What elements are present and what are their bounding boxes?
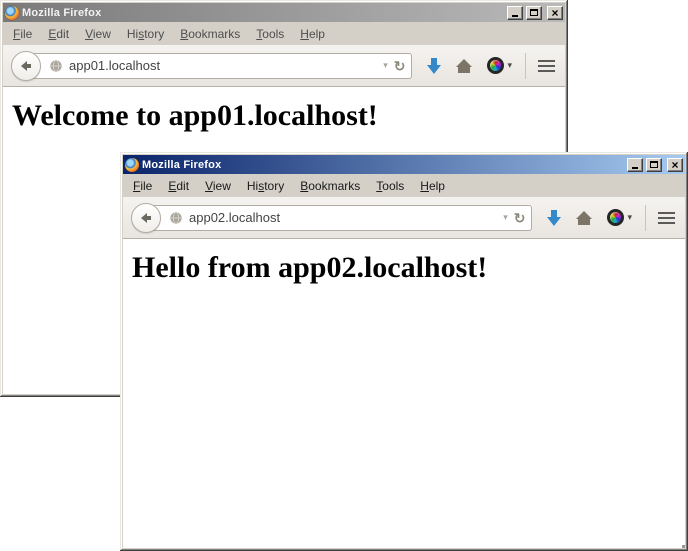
menu-label: H [420, 179, 429, 193]
maximize-button[interactable] [526, 6, 542, 20]
menu-label: H [300, 27, 309, 41]
menu-label: iew [213, 179, 231, 193]
menu-bar: File Edit View History Bookmarks Tools H… [123, 174, 685, 197]
home-button[interactable] [456, 59, 472, 73]
menu-file[interactable]: File [125, 177, 160, 195]
menu-label: tory [264, 179, 284, 193]
menu-view[interactable]: View [197, 177, 239, 195]
menu-label: ookmarks [188, 27, 240, 41]
nav-toolbar: app02.localhost ▾ ↻ ▾ [123, 197, 685, 239]
firefox-logo-icon [5, 6, 19, 20]
home-icon [456, 59, 472, 73]
color-wheel-icon [607, 209, 624, 226]
back-arrow-icon [138, 210, 154, 226]
color-wheel-icon [487, 57, 504, 74]
menu-bookmarks[interactable]: Bookmarks [292, 177, 368, 195]
globe-icon [169, 211, 183, 225]
toolbar-separator [645, 205, 646, 231]
back-button[interactable] [131, 203, 161, 233]
menu-label: V [85, 27, 93, 41]
globe-icon [49, 59, 63, 73]
maximize-button[interactable] [646, 158, 662, 172]
download-button[interactable] [547, 210, 561, 226]
menu-label: tory [144, 27, 164, 41]
reload-icon[interactable]: ↻ [514, 211, 526, 225]
resize-grip[interactable] [678, 541, 681, 544]
menu-label: elp [429, 179, 445, 193]
menu-tools[interactable]: Tools [368, 177, 412, 195]
close-button[interactable]: × [667, 158, 683, 172]
back-arrow-icon [18, 58, 34, 74]
menu-label: dit [176, 179, 189, 193]
chevron-down-icon: ▾ [627, 212, 632, 223]
firefox-logo-icon [125, 158, 139, 172]
menu-button[interactable] [658, 212, 675, 224]
url-text[interactable]: app01.localhost [69, 58, 379, 73]
url-bar[interactable]: app02.localhost ▾ ↻ [146, 205, 532, 231]
toolbar-separator [525, 53, 526, 79]
window-title: Mozilla Firefox [142, 159, 624, 171]
menu-label: Hi [127, 27, 138, 41]
hamburger-icon [538, 60, 555, 72]
menu-label: ile [20, 27, 32, 41]
menu-label: Hi [247, 179, 258, 193]
close-icon: × [671, 160, 678, 170]
download-button[interactable] [427, 58, 441, 74]
menu-label: elp [309, 27, 325, 41]
menu-label: dit [56, 27, 69, 41]
title-bar[interactable]: Mozilla Firefox × [123, 155, 685, 174]
extension-button[interactable]: ▾ [607, 209, 632, 226]
maximize-icon [530, 9, 538, 16]
menu-help[interactable]: Help [412, 177, 453, 195]
menu-bar: File Edit View History Bookmarks Tools H… [3, 22, 565, 45]
menu-label: ools [262, 27, 284, 41]
menu-bookmarks[interactable]: Bookmarks [172, 25, 248, 43]
page-heading: Hello from app02.localhost! [132, 251, 685, 285]
menu-label: V [205, 179, 213, 193]
menu-label: ools [382, 179, 404, 193]
menu-label: ookmarks [308, 179, 360, 193]
page-content: Hello from app02.localhost! [123, 239, 685, 548]
url-text[interactable]: app02.localhost [189, 210, 499, 225]
menu-file[interactable]: File [5, 25, 40, 43]
minimize-icon [512, 15, 518, 17]
menu-label: iew [93, 27, 111, 41]
window-title: Mozilla Firefox [22, 7, 504, 19]
menu-edit[interactable]: Edit [160, 177, 197, 195]
menu-history[interactable]: History [119, 25, 172, 43]
menu-help[interactable]: Help [292, 25, 333, 43]
nav-toolbar: app01.localhost ▾ ↻ ▾ [3, 45, 565, 87]
menu-button[interactable] [538, 60, 555, 72]
reload-icon[interactable]: ↻ [394, 59, 406, 73]
minimize-button[interactable] [507, 6, 523, 20]
menu-tools[interactable]: Tools [248, 25, 292, 43]
close-button[interactable]: × [547, 6, 563, 20]
menu-history[interactable]: History [239, 177, 292, 195]
title-bar[interactable]: Mozilla Firefox × [3, 3, 565, 22]
firefox-window-app02: Mozilla Firefox × File Edit View History… [120, 152, 688, 551]
urlbar-dropdown-icon[interactable]: ▾ [499, 212, 514, 223]
extension-button[interactable]: ▾ [487, 57, 512, 74]
menu-edit[interactable]: Edit [40, 25, 77, 43]
minimize-button[interactable] [627, 158, 643, 172]
page-heading: Welcome to app01.localhost! [12, 99, 565, 133]
download-arrow-icon [427, 58, 441, 74]
minimize-icon [632, 167, 638, 169]
urlbar-dropdown-icon[interactable]: ▾ [379, 60, 394, 71]
close-icon: × [551, 8, 558, 18]
chevron-down-icon: ▾ [507, 60, 512, 71]
home-button[interactable] [576, 211, 592, 225]
home-icon [576, 211, 592, 225]
maximize-icon [650, 161, 658, 168]
download-arrow-icon [547, 210, 561, 226]
back-button[interactable] [11, 51, 41, 81]
menu-view[interactable]: View [77, 25, 119, 43]
menu-label: ile [140, 179, 152, 193]
url-bar[interactable]: app01.localhost ▾ ↻ [26, 53, 412, 79]
hamburger-icon [658, 212, 675, 224]
